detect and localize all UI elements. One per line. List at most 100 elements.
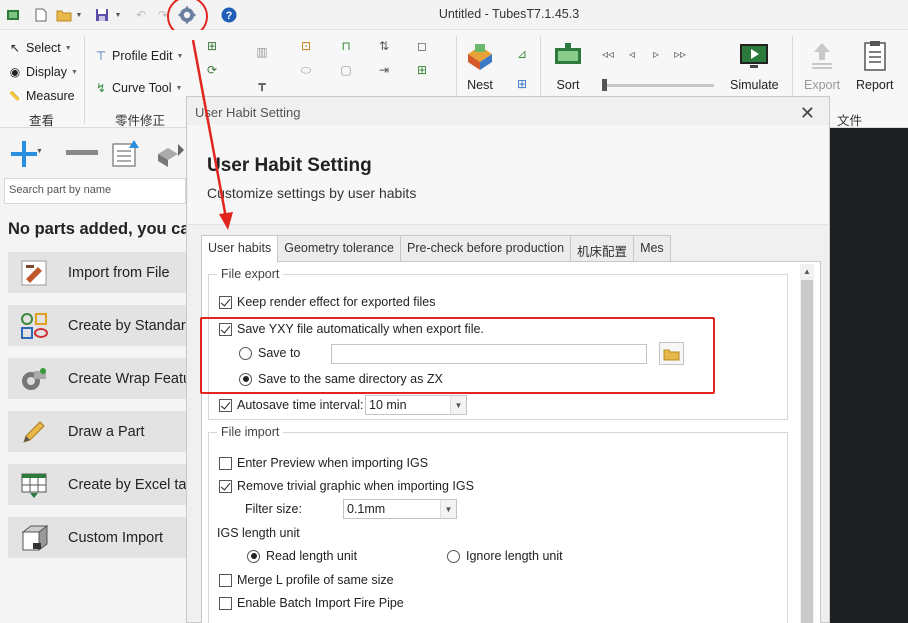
title-bar: ▼ ▼ ↶ ↷ ? Untitled - TubesT7.1.45.3: [0, 0, 908, 37]
batch-fire-pipe-option[interactable]: Enable Batch Import Fire Pipe: [219, 596, 404, 610]
shape-tool-icon[interactable]: ⬭: [298, 62, 314, 78]
excel-table-icon: [21, 473, 47, 498]
import-file-icon: [21, 260, 47, 285]
export-icon: [812, 43, 833, 69]
part-edit-group-label: 零件修正: [115, 114, 166, 128]
rect-tool-icon[interactable]: ◻: [414, 38, 430, 54]
dropdown-icon[interactable]: ▼: [36, 148, 43, 155]
remove-trivial-checkbox[interactable]: [219, 479, 232, 493]
merge-l-profile-checkbox[interactable]: [219, 573, 232, 587]
first-icon[interactable]: ◃◃: [600, 46, 616, 62]
file-import-group: File import Enter Preview when importing…: [208, 425, 788, 623]
read-length-unit-radio[interactable]: [247, 549, 260, 563]
autosave-option[interactable]: Autosave time interval:: [219, 398, 363, 412]
save-yxy-option[interactable]: Save YXY file automatically when export …: [219, 322, 484, 336]
user-habits-page: File export Keep render effect for expor…: [201, 261, 821, 623]
read-length-unit-option[interactable]: Read length unit: [247, 549, 357, 563]
beam-tool-icon[interactable]: ┳: [254, 76, 270, 92]
measure-tool[interactable]: 📏 Measure: [8, 86, 74, 106]
create-by-standard-button[interactable]: Create by Standard: [8, 305, 186, 346]
close-icon[interactable]: ✕: [800, 103, 815, 124]
filter-size-select[interactable]: 0.1mm ▼: [343, 499, 457, 519]
import-from-file-button[interactable]: Import from File: [8, 252, 186, 293]
dropdown-icon: ▼: [175, 84, 183, 92]
keep-render-option[interactable]: Keep render effect for exported files: [219, 295, 436, 309]
create-wrap-feature-button[interactable]: Create Wrap Feature: [8, 358, 186, 399]
settings-scrollbar[interactable]: ▲: [800, 264, 814, 623]
draw-a-part-button[interactable]: Draw a Part: [8, 411, 186, 452]
tab-user-habits[interactable]: User habits: [201, 235, 279, 262]
batch-fire-pipe-checkbox[interactable]: [219, 596, 232, 610]
autosave-checkbox[interactable]: [219, 398, 232, 412]
custom-import-button[interactable]: Custom Import: [8, 517, 186, 558]
autosave-interval-select[interactable]: 10 min ▼: [365, 395, 467, 415]
create-by-excel-button[interactable]: Create by Excel table: [8, 464, 186, 505]
file-export-title: File export: [217, 267, 284, 281]
part-3d-icon[interactable]: [154, 140, 184, 168]
move-icon[interactable]: ⇥: [376, 62, 392, 78]
save-to-option[interactable]: Save to: [239, 346, 300, 360]
nest-button[interactable]: Nest: [464, 40, 496, 92]
square-tool-icon[interactable]: ▢: [338, 62, 354, 78]
save-to-radio[interactable]: [239, 346, 252, 360]
window-title: Untitled - TubesT7.1.45.3: [438, 7, 580, 21]
simulate-icon: [740, 44, 769, 68]
part-list-icon[interactable]: [112, 138, 140, 168]
simulate-button[interactable]: Simulate: [730, 40, 779, 92]
save-same-dir-radio[interactable]: [239, 372, 252, 386]
standard-shapes-icon: [21, 312, 48, 339]
open-folder-icon: [663, 349, 680, 360]
scroll-thumb[interactable]: [801, 280, 813, 623]
ignore-length-unit-radio[interactable]: [447, 549, 460, 563]
box-tool-icon[interactable]: ⊡: [298, 38, 314, 54]
keep-render-checkbox[interactable]: [219, 295, 232, 309]
tab-pre-check[interactable]: Pre-check before production: [400, 235, 572, 261]
profile-edit-tool[interactable]: ⊤ Profile Edit ▼: [94, 46, 184, 66]
tab-geometry-tolerance[interactable]: Geometry tolerance: [277, 235, 402, 261]
part-search-input[interactable]: Search part by name: [4, 178, 186, 204]
grid-tool-icon[interactable]: ⊞: [414, 62, 430, 78]
save-path-input[interactable]: [331, 344, 647, 364]
save-yxy-checkbox[interactable]: [219, 322, 232, 336]
viewport-canvas[interactable]: [830, 128, 908, 623]
report-button[interactable]: Report: [856, 40, 894, 92]
settings-tabs: User habits Geometry tolerance Pre-check…: [201, 235, 671, 262]
chart-icon[interactable]: ⊿: [514, 46, 530, 62]
enter-preview-checkbox[interactable]: [219, 456, 232, 470]
scroll-up-icon[interactable]: ▲: [800, 264, 814, 278]
export-button[interactable]: Export: [804, 40, 840, 92]
remove-part-icon[interactable]: [66, 150, 98, 156]
nest-icon: [468, 44, 492, 70]
enter-preview-option[interactable]: Enter Preview when importing IGS: [219, 456, 428, 470]
empty-parts-message: No parts added, you can: [8, 220, 186, 238]
layout-icon[interactable]: ⊞: [514, 76, 530, 92]
sort-arrows-icon[interactable]: ⇅: [376, 38, 392, 54]
remove-trivial-option[interactable]: Remove trivial graphic when importing IG…: [219, 479, 474, 493]
next-icon[interactable]: ▹: [648, 46, 664, 62]
browse-folder-button[interactable]: [659, 342, 684, 365]
sort-button[interactable]: Sort: [552, 40, 584, 92]
align-icon[interactable]: ⊞: [204, 38, 220, 54]
slider-handle[interactable]: [602, 79, 607, 91]
display-tool[interactable]: ◉ Display ▼: [8, 62, 78, 82]
add-part-icon[interactable]: [10, 140, 38, 168]
wrap-pipe-icon: [22, 367, 46, 390]
last-icon[interactable]: ▹▹: [672, 46, 688, 62]
prev-icon[interactable]: ◃: [624, 46, 640, 62]
merge-l-profile-option[interactable]: Merge L profile of same size: [219, 573, 394, 587]
dialog-window-title: User Habit Setting: [195, 105, 301, 120]
tab-mes[interactable]: Mes: [633, 235, 671, 261]
refresh-icon[interactable]: ⟳: [204, 62, 220, 78]
frame-tool-icon[interactable]: ⊓: [338, 38, 354, 54]
curve-tool[interactable]: ↯ Curve Tool ▼: [94, 78, 183, 98]
chevron-down-icon: ▼: [440, 500, 456, 518]
tab-machine-config[interactable]: 机床配置: [570, 235, 635, 261]
ignore-length-unit-option[interactable]: Ignore length unit: [447, 549, 563, 563]
bar-tool-icon[interactable]: ▥: [254, 44, 270, 60]
chevron-down-icon: ▼: [450, 396, 466, 414]
save-same-dir-option[interactable]: Save to the same directory as ZX: [239, 372, 443, 386]
pencil-icon: [23, 420, 45, 443]
parts-panel: ▼ Search part by name No parts added, yo…: [0, 128, 186, 623]
simulation-slider[interactable]: [602, 79, 714, 91]
select-tool[interactable]: ↖ Select ▼: [8, 38, 72, 58]
